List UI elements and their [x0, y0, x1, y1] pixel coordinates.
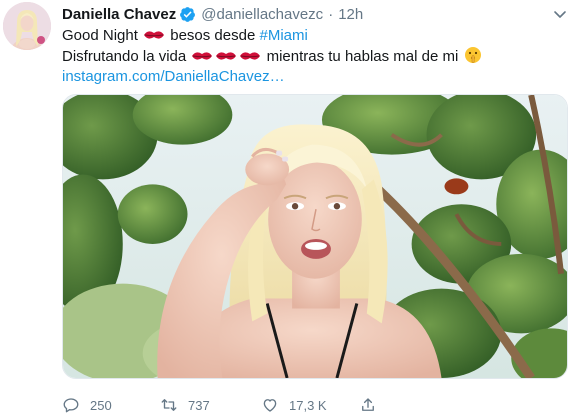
tweet-actions: 250 737 17,3 K	[62, 394, 482, 416]
kiss-mark-icon	[143, 27, 165, 43]
kiss-mark-icon	[215, 48, 237, 64]
text-disfrutando: Disfrutando la vida	[62, 48, 187, 65]
retweet-button[interactable]: 737	[160, 396, 210, 414]
kiss-mark-icon	[239, 48, 261, 64]
caret-down-icon[interactable]	[552, 6, 568, 22]
avatar-image	[3, 2, 51, 50]
shushing-face-icon	[464, 46, 482, 64]
retweet-count: 737	[188, 397, 210, 413]
tweet-photo[interactable]	[62, 94, 568, 379]
text-good-night: Good Night	[62, 27, 138, 44]
photo-image	[63, 95, 567, 378]
hashtag-miami[interactable]: #Miami	[259, 27, 307, 44]
tweet[interactable]: Daniella Chavez @daniellachavezc · 12h G…	[0, 0, 580, 418]
text-mientras: mientras tu hablas mal de mi	[266, 48, 459, 65]
verified-badge-icon	[179, 6, 196, 23]
separator: ·	[328, 5, 334, 23]
instagram-link[interactable]: instagram.com/DaniellaChavez…	[62, 68, 285, 85]
reply-count: 250	[90, 397, 112, 413]
display-name[interactable]: Daniella Chavez	[62, 6, 176, 23]
tweet-line-2: Disfrutando la vida mientras tu hablas m…	[62, 46, 567, 67]
text-besos-desde: besos desde	[170, 27, 256, 44]
handle[interactable]: @daniellachavezc	[201, 6, 323, 23]
tweet-text: Good Night besos desde #Miami Disfrutand…	[62, 26, 567, 87]
tweet-header: Daniella Chavez @daniellachavezc · 12h	[62, 4, 363, 24]
like-button[interactable]: 17,3 K	[261, 396, 327, 414]
heart-icon	[261, 396, 279, 414]
reply-icon	[62, 396, 80, 414]
tweet-line-3: instagram.com/DaniellaChavez…	[62, 67, 567, 87]
avatar[interactable]	[3, 2, 51, 50]
share-icon	[359, 396, 377, 414]
tweet-line-1: Good Night besos desde #Miami	[62, 26, 567, 46]
share-button[interactable]	[359, 396, 387, 414]
retweet-icon	[160, 396, 178, 414]
like-count: 17,3 K	[289, 397, 327, 413]
kiss-mark-icon	[191, 48, 213, 64]
reply-button[interactable]: 250	[62, 396, 112, 414]
timestamp[interactable]: 12h	[338, 6, 363, 23]
